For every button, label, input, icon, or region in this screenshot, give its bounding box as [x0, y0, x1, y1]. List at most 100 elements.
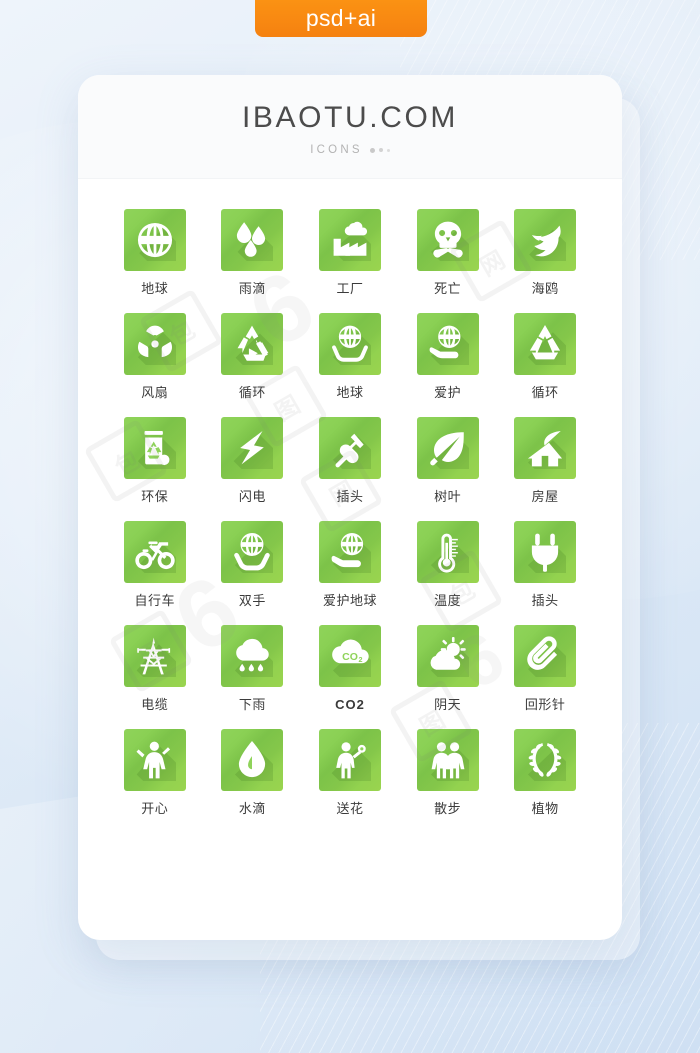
icon-cell[interactable]: 雨滴 [204, 209, 302, 295]
icon-tile[interactable] [123, 521, 186, 583]
icon-tile[interactable] [514, 313, 577, 375]
icon-tile[interactable] [221, 417, 284, 479]
icon-tile[interactable] [416, 209, 479, 271]
icon-cell[interactable]: 海鸥 [496, 209, 594, 295]
icon-label: 地球 [336, 385, 364, 400]
icon-tile[interactable] [123, 625, 186, 687]
icon-cell[interactable]: 插头 [301, 417, 399, 503]
icon-label: 雨滴 [238, 281, 266, 296]
icon-cell[interactable]: 阴天 [399, 625, 497, 711]
icon-cell[interactable]: 下雨 [204, 625, 302, 711]
icon-cell[interactable]: CO 2 CO2 [301, 625, 399, 711]
icon-label: 双手 [238, 593, 266, 608]
icon-tile[interactable] [318, 313, 381, 375]
card-header: IBAOTU.COM ICONS [78, 75, 622, 179]
icon-tile[interactable] [123, 313, 186, 375]
icon-cell[interactable]: 开心 [106, 729, 204, 815]
icon-label: 散步 [434, 801, 462, 816]
icon-tile[interactable] [221, 625, 284, 687]
icon-tile[interactable] [514, 417, 577, 479]
icon-cell[interactable]: 地球 [301, 313, 399, 399]
co2-cloud-icon: CO 2 [332, 639, 371, 677]
icon-tile[interactable] [416, 417, 479, 479]
icon-label: 水滴 [238, 801, 266, 816]
laurel-wreath-icon [528, 742, 567, 781]
recycle-bin-icon [137, 430, 176, 469]
icon-cell[interactable]: 闪电 [204, 417, 302, 503]
icon-tile[interactable] [123, 209, 186, 271]
icon-cell[interactable]: 回形针 [496, 625, 594, 711]
icon-cell[interactable]: 循环 [204, 313, 302, 399]
dot-icon [386, 148, 390, 152]
icon-label: 插头 [336, 489, 364, 504]
recycle-alt-icon [528, 324, 567, 365]
icon-label: 开心 [141, 801, 169, 816]
seagull-icon [529, 225, 567, 261]
icon-tile[interactable] [416, 729, 479, 791]
icon-tile[interactable] [318, 209, 381, 271]
raindrops-icon [237, 222, 274, 261]
icon-tile[interactable] [221, 521, 284, 583]
icon-cell[interactable]: 树叶 [399, 417, 497, 503]
icon-label: CO2 [335, 697, 365, 712]
icon-tile[interactable] [123, 417, 186, 479]
icon-label: 送花 [336, 801, 364, 816]
icon-cell[interactable]: 插头 [496, 521, 594, 607]
icon-cell[interactable]: 地球 [106, 209, 204, 295]
icon-tile[interactable] [123, 729, 186, 791]
icon-cell[interactable]: 送花 [301, 729, 399, 815]
radiation-fan-icon [137, 325, 176, 365]
icon-cell[interactable]: 电缆 [106, 625, 204, 711]
skull-crossbones-icon [430, 221, 469, 261]
icon-cell[interactable]: 自行车 [106, 521, 204, 607]
rain-cloud-icon [235, 638, 274, 677]
icon-tile[interactable] [318, 729, 381, 791]
icon-cell[interactable]: 环保 [106, 417, 204, 503]
icon-cell[interactable]: 双手 [204, 521, 302, 607]
recycle-icon [235, 325, 274, 365]
svg-text:2: 2 [358, 655, 362, 664]
icon-label: 地球 [141, 281, 169, 296]
icon-cell[interactable]: 循环 [496, 313, 594, 399]
bicycle-icon [135, 541, 176, 573]
format-badge: psd+ai [255, 0, 427, 37]
icon-grid: 地球 雨滴 工厂 死亡 海鸥 风扇 循环 地球 爱护 循环 环保 闪电 插头 树… [78, 179, 622, 815]
icon-cell[interactable]: 死亡 [399, 209, 497, 295]
icon-tile[interactable] [514, 625, 577, 687]
icon-cell[interactable]: 工厂 [301, 209, 399, 295]
icon-label: 阴天 [434, 697, 462, 712]
icon-tile[interactable] [318, 417, 381, 479]
icon-tile[interactable] [416, 625, 479, 687]
eco-house-icon [528, 430, 567, 469]
icon-tile[interactable] [318, 521, 381, 583]
globe-palm-icon [331, 532, 371, 573]
globe-two-hands-icon [234, 532, 274, 573]
icon-tile[interactable] [416, 521, 479, 583]
icon-cell[interactable]: 植物 [496, 729, 594, 815]
power-pylon-icon [136, 637, 176, 677]
icon-label: 爱护地球 [322, 593, 377, 608]
icon-tile[interactable] [416, 313, 479, 375]
icon-cell[interactable]: 爱护 [399, 313, 497, 399]
icon-tile[interactable] [221, 313, 284, 375]
icon-label: 工厂 [336, 281, 364, 296]
icon-cell[interactable]: 温度 [399, 521, 497, 607]
icon-cell[interactable]: 爱护地球 [301, 521, 399, 607]
globe-in-two-hands-icon [332, 325, 371, 365]
two-pin-plug-icon [528, 533, 567, 573]
icon-tile[interactable] [514, 209, 577, 271]
subtitle-row: ICONS [310, 144, 390, 156]
icon-cell[interactable]: 水滴 [204, 729, 302, 815]
icon-tile[interactable] [221, 209, 284, 271]
icon-cell[interactable]: 风扇 [106, 313, 204, 399]
icon-label: 房屋 [531, 489, 559, 504]
icon-tile[interactable] [514, 729, 577, 791]
two-people-walking-icon [430, 742, 469, 781]
icon-tile[interactable] [221, 729, 284, 791]
icon-set-card: IBAOTU.COM ICONS 地球 雨滴 工厂 死亡 海鸥 风扇 循环 地球… [78, 75, 622, 940]
icon-label: 植物 [531, 801, 559, 816]
icon-tile[interactable] [514, 521, 577, 583]
icon-cell[interactable]: 房屋 [496, 417, 594, 503]
icon-tile[interactable]: CO 2 [318, 625, 381, 687]
icon-cell[interactable]: 散步 [399, 729, 497, 815]
